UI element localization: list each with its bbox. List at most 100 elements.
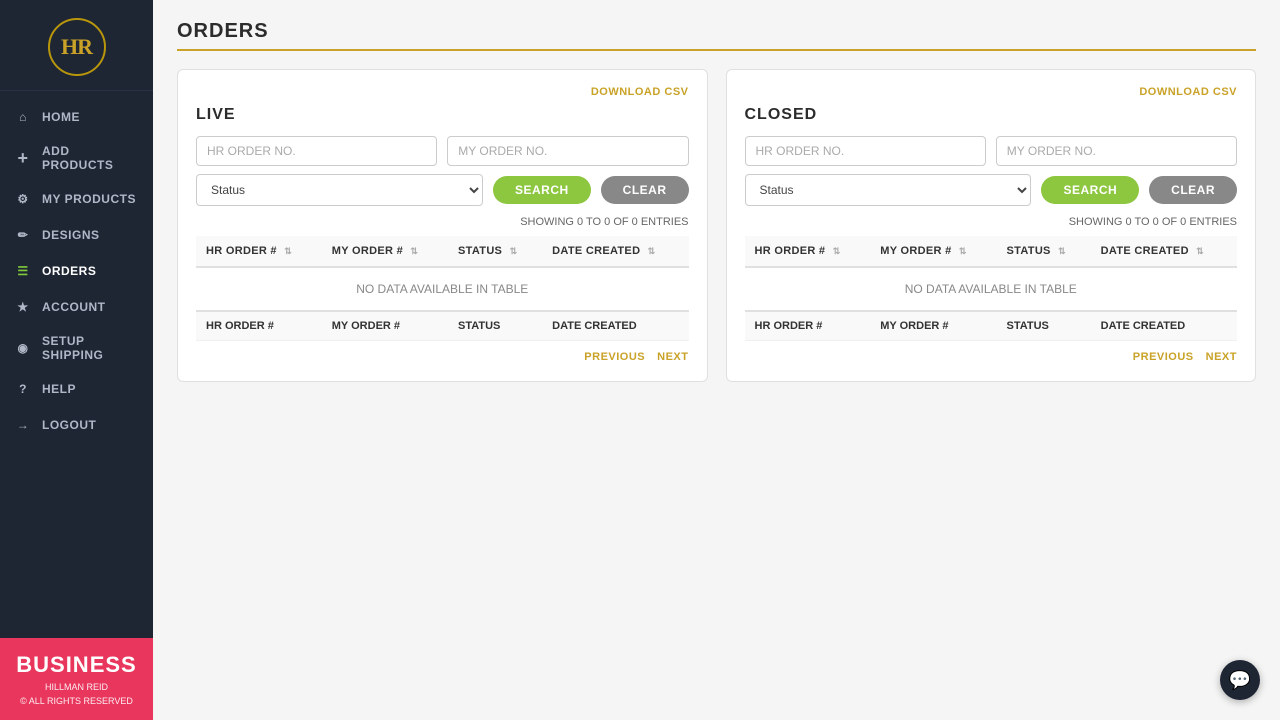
sidebar-item-my-products[interactable]: ⚙ MY PRODUCTS [0, 181, 153, 217]
live-no-data-row: NO DATA AVAILABLE IN TABLE [196, 267, 689, 311]
closed-filter-row: Status SEARCH CLEAR [745, 174, 1238, 206]
live-pagination: PREVIOUS NEXT [196, 351, 689, 363]
closed-download-csv[interactable]: DOWNLOAD CSV [1139, 86, 1237, 98]
closed-footer-date-created: DATE CREATED [1091, 311, 1237, 341]
closed-previous-button[interactable]: PREVIOUS [1133, 351, 1194, 363]
closed-status-select[interactable]: Status [745, 174, 1032, 206]
closed-no-data-text: NO DATA AVAILABLE IN TABLE [745, 267, 1238, 311]
closed-orders-table: HR ORDER # ⇅ MY ORDER # ⇅ STATUS ⇅ DAT [745, 236, 1238, 341]
sidebar-item-logout[interactable]: → LOGOUT [0, 407, 153, 443]
live-col-status[interactable]: STATUS ⇅ [448, 236, 542, 267]
closed-next-button[interactable]: NEXT [1206, 351, 1237, 363]
chat-bubble[interactable]: 💬 [1220, 660, 1260, 700]
sidebar-item-label-setup-shipping: SETUP SHIPPING [42, 334, 139, 362]
live-next-button[interactable]: NEXT [657, 351, 688, 363]
closed-footer-my-order: MY ORDER # [870, 311, 996, 341]
gear-icon: ⚙ [14, 190, 32, 208]
sidebar-bottom: BUSINESS HILLMAN REID © ALL RIGHTS RESER… [0, 638, 153, 720]
sidebar-item-label-logout: LOGOUT [42, 418, 96, 432]
closed-col-status[interactable]: STATUS ⇅ [997, 236, 1091, 267]
closed-no-data-row: NO DATA AVAILABLE IN TABLE [745, 267, 1238, 311]
live-clear-button[interactable]: CLEAR [601, 176, 689, 204]
sidebar-item-home[interactable]: ⌂ HOME [0, 99, 153, 135]
closed-col-hr-order[interactable]: HR ORDER # ⇅ [745, 236, 871, 267]
live-footer-hr-order: HR ORDER # [196, 311, 322, 341]
sort-icon-status: ⇅ [510, 246, 518, 256]
live-orders-table: HR ORDER # ⇅ MY ORDER # ⇅ STATUS ⇅ DAT [196, 236, 689, 341]
live-previous-button[interactable]: PREVIOUS [584, 351, 645, 363]
live-hr-order-input[interactable] [196, 136, 437, 166]
live-panel: DOWNLOAD CSV LIVE Status SEARCH CLEAR SH… [177, 69, 708, 382]
sidebar-item-label-add-products: ADD PRODUCTS [42, 144, 139, 172]
live-search-row [196, 136, 689, 166]
live-table-footer-row: HR ORDER # MY ORDER # STATUS DATE CREATE… [196, 311, 689, 341]
live-search-button[interactable]: SEARCH [493, 176, 591, 204]
live-my-order-input[interactable] [447, 136, 688, 166]
page-title: ORDERS [177, 20, 1256, 43]
sidebar: HR ⌂ HOME + ADD PRODUCTS ⚙ MY PRODUCTS ✏… [0, 0, 153, 720]
closed-my-order-input[interactable] [996, 136, 1237, 166]
sidebar-item-orders[interactable]: ☰ ORDERS [0, 253, 153, 289]
closed-clear-button[interactable]: CLEAR [1149, 176, 1237, 204]
closed-showing-text: SHOWING 0 TO 0 OF 0 ENTRIES [745, 216, 1238, 228]
live-col-date-created[interactable]: DATE CREATED ⇅ [542, 236, 688, 267]
pencil-icon: ✏ [14, 226, 32, 244]
sidebar-logo: HR [0, 0, 153, 91]
logo-circle: HR [48, 18, 106, 76]
closed-col-my-order[interactable]: MY ORDER # ⇅ [870, 236, 996, 267]
closed-panel-title: CLOSED [745, 106, 1238, 124]
closed-panel: DOWNLOAD CSV CLOSED Status SEARCH CLEAR … [726, 69, 1257, 382]
closed-table-header-row: HR ORDER # ⇅ MY ORDER # ⇅ STATUS ⇅ DAT [745, 236, 1238, 267]
shipping-icon: ◉ [14, 339, 32, 357]
live-col-my-order[interactable]: MY ORDER # ⇅ [322, 236, 448, 267]
closed-search-row [745, 136, 1238, 166]
sidebar-item-help[interactable]: ? HELP [0, 371, 153, 407]
closed-search-button[interactable]: SEARCH [1041, 176, 1139, 204]
live-col-hr-order[interactable]: HR ORDER # ⇅ [196, 236, 322, 267]
live-no-data-text: NO DATA AVAILABLE IN TABLE [196, 267, 689, 311]
sidebar-item-label-designs: DESIGNS [42, 228, 100, 242]
sidebar-item-account[interactable]: ★ AcCouNT [0, 289, 153, 325]
live-status-select[interactable]: Status [196, 174, 483, 206]
closed-footer-status: STATUS [997, 311, 1091, 341]
chat-icon: 💬 [1229, 670, 1251, 691]
sidebar-bottom-company: HILLMAN REID [14, 682, 139, 692]
sort-icon-closed-date-created: ⇅ [1196, 246, 1204, 256]
sort-icon-closed-hr-order: ⇅ [833, 246, 841, 256]
sidebar-bottom-rights: © ALL RIGHTS RESERVED [14, 696, 139, 706]
orders-icon: ☰ [14, 262, 32, 280]
live-download-csv[interactable]: DOWNLOAD CSV [591, 86, 689, 98]
live-panel-header: DOWNLOAD CSV [196, 86, 689, 98]
sidebar-item-setup-shipping[interactable]: ◉ SETUP SHIPPING [0, 325, 153, 371]
sidebar-item-designs[interactable]: ✏ DESIGNS [0, 217, 153, 253]
logout-icon: → [14, 416, 32, 434]
sidebar-bottom-title: BUSINESS [14, 652, 139, 678]
live-footer-date-created: DATE CREATED [542, 311, 688, 341]
logo-text: HR [61, 34, 92, 60]
sidebar-item-label-help: HELP [42, 382, 76, 396]
home-icon: ⌂ [14, 108, 32, 126]
sidebar-item-label-my-products: MY PRODUCTS [42, 192, 136, 206]
orders-grid: DOWNLOAD CSV LIVE Status SEARCH CLEAR SH… [177, 69, 1256, 382]
sort-icon-closed-status: ⇅ [1058, 246, 1066, 256]
closed-col-date-created[interactable]: DATE CREATED ⇅ [1091, 236, 1237, 267]
live-filter-row: Status SEARCH CLEAR [196, 174, 689, 206]
live-table-header-row: HR ORDER # ⇅ MY ORDER # ⇅ STATUS ⇅ DAT [196, 236, 689, 267]
sidebar-item-label-home: HOME [42, 110, 80, 124]
sidebar-item-label-orders: ORDERS [42, 264, 96, 278]
star-icon: ★ [14, 298, 32, 316]
sort-icon-my-order: ⇅ [410, 246, 418, 256]
closed-panel-header: DOWNLOAD CSV [745, 86, 1238, 98]
page-divider [177, 49, 1256, 51]
sort-icon-closed-my-order: ⇅ [959, 246, 967, 256]
closed-footer-hr-order: HR ORDER # [745, 311, 871, 341]
closed-table-footer-row: HR ORDER # MY ORDER # STATUS DATE CREATE… [745, 311, 1238, 341]
sidebar-nav: ⌂ HOME + ADD PRODUCTS ⚙ MY PRODUCTS ✏ DE… [0, 91, 153, 638]
live-panel-title: LIVE [196, 106, 689, 124]
closed-pagination: PREVIOUS NEXT [745, 351, 1238, 363]
sidebar-item-add-products[interactable]: + ADD PRODUCTS [0, 135, 153, 181]
closed-hr-order-input[interactable] [745, 136, 986, 166]
sort-icon-date-created: ⇅ [648, 246, 656, 256]
live-showing-text: SHOWING 0 TO 0 OF 0 ENTRIES [196, 216, 689, 228]
sidebar-item-label-account: AcCouNT [42, 300, 106, 314]
